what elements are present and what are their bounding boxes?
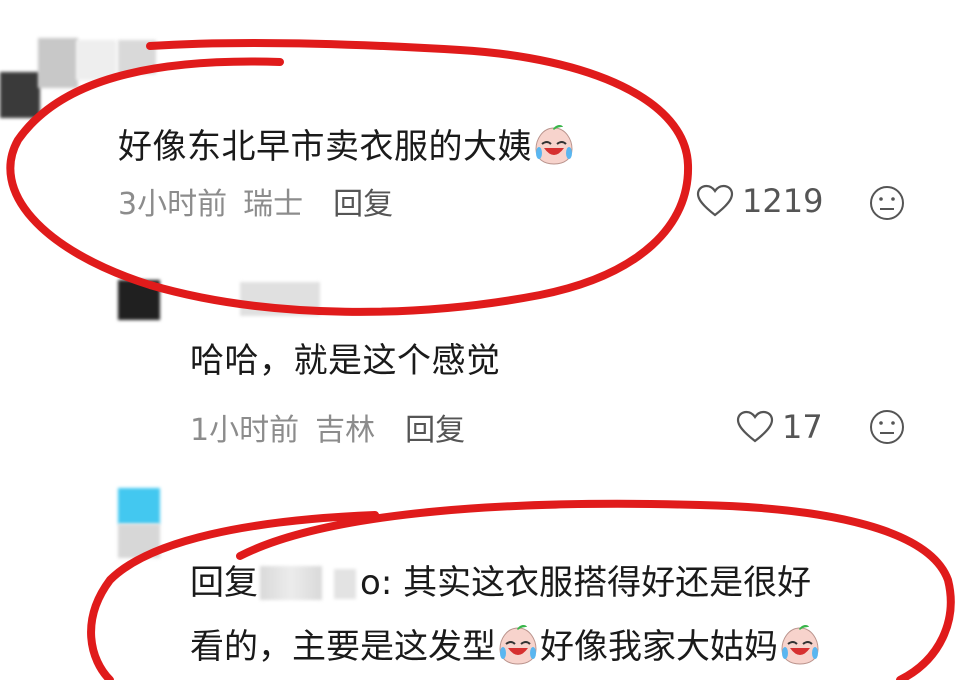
redacted-username: [260, 566, 322, 600]
username[interactable]: [118, 40, 156, 74]
avatar[interactable]: [118, 488, 160, 524]
comment-meta: 1小时前 吉林 回复: [190, 416, 465, 446]
reply-prefix: 回复: [190, 563, 258, 603]
neutral-face-icon[interactable]: [868, 408, 906, 446]
like-count: 17: [782, 408, 823, 446]
timestamp: 1小时前: [190, 413, 300, 448]
neutral-face-icon[interactable]: [868, 184, 906, 222]
comment-text[interactable]: 好像东北早市卖衣服的大姨: [118, 122, 576, 166]
location: 瑞士: [243, 187, 304, 222]
crying-laughing-peach-emoji: [535, 124, 573, 165]
avatar[interactable]: [118, 524, 160, 558]
heart-outline-icon: [696, 184, 734, 217]
crying-laughing-peach-emoji: [499, 624, 537, 665]
reply-button[interactable]: 回复: [405, 413, 465, 448]
comment-meta: 3小时前 瑞士 回复: [118, 190, 393, 220]
username[interactable]: [240, 282, 320, 316]
location: 吉林: [315, 413, 376, 448]
reply-button[interactable]: 回复: [333, 187, 393, 222]
heart-outline-icon: [736, 410, 774, 443]
timestamp: 3小时前: [118, 187, 228, 222]
avatar[interactable]: [76, 40, 116, 80]
username-fragment: o: [360, 563, 381, 603]
like-count: 1219: [742, 182, 824, 220]
like-button[interactable]: 17: [736, 410, 823, 444]
avatar[interactable]: [0, 72, 40, 118]
crying-laughing-peach-emoji: [781, 624, 819, 665]
reply-comment-line-2[interactable]: 看的，主要是这发型 好像我家大姑妈: [190, 622, 822, 666]
avatar[interactable]: [118, 280, 160, 320]
like-button[interactable]: 1219: [696, 184, 823, 218]
avatar[interactable]: [38, 38, 78, 88]
comment-text[interactable]: 哈哈，就是这个感觉: [190, 344, 501, 378]
reply-comment-line-1[interactable]: 回复 o: 其实这衣服搭得好还是很好: [190, 566, 811, 600]
redacted-username: [334, 569, 356, 599]
